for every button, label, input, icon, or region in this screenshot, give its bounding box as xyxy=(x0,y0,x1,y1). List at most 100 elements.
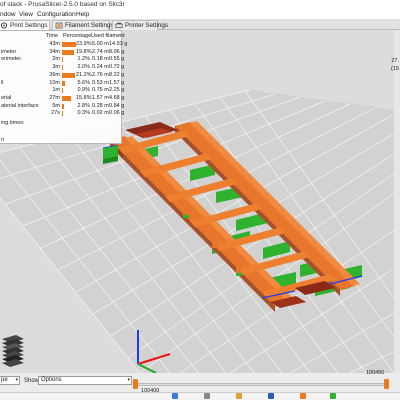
feature-type-label: imeter xyxy=(1,48,17,55)
right-layer-ruler xyxy=(394,30,400,373)
taskbar-icon[interactable] xyxy=(172,393,178,399)
menu-help[interactable]: Help xyxy=(76,10,89,19)
tab-filament-settings-label: Filament Settings xyxy=(65,22,114,29)
show-label: Show xyxy=(24,378,40,384)
view-type-value: pe xyxy=(1,377,8,383)
options-value: Options xyxy=(41,377,62,383)
feature-length: 0.28 m xyxy=(92,102,109,109)
stats-row: erial 27m 15.8% 1.57 m 4.68 g xyxy=(0,94,125,103)
feature-percentage-bar xyxy=(62,65,64,71)
tab-print-settings-label: Print Settings xyxy=(10,22,48,29)
stats-row: 43m 23.9% 5.00 m 14.93 g xyxy=(0,41,128,49)
feature-percentage: 23.9% xyxy=(76,41,92,47)
taskbar-icon[interactable] xyxy=(330,393,336,399)
horizontal-move-slider[interactable] xyxy=(136,383,388,386)
statistics-panel: Time Percentage Used filament 43m 23.9% 5.… xyxy=(0,30,128,144)
feature-percentage: 19.8% xyxy=(76,48,92,55)
window-title: of stack - PrusaSlicer-2.5.0 based on Sl… xyxy=(0,1,125,8)
slider-max-value: 100450 xyxy=(366,370,385,376)
feature-percentage-bar xyxy=(62,72,75,78)
stats-row: aterial interface 5m 2.8% 0.28 m 0.84 g xyxy=(0,102,125,111)
feature-weight: 0.06 g xyxy=(109,110,125,117)
taskbar-icon[interactable] xyxy=(204,393,210,399)
feature-type-label: erimeter xyxy=(1,56,22,63)
tab-printer-settings[interactable]: Printer Settings xyxy=(112,20,168,30)
stats-row: erimeter 2m 1.2% 0.18 m 0.55 g xyxy=(0,56,125,64)
feature-percentage: 1.2% xyxy=(77,56,90,63)
chevron-down-icon: ▾ xyxy=(15,377,18,383)
feature-percentage: 21.2% xyxy=(76,71,92,78)
stats-header-used-filament: Used filament xyxy=(91,33,125,39)
feature-percentage: 2.8% xyxy=(77,102,90,109)
layers-stack-icon xyxy=(2,335,24,367)
feature-percentage: 5.6% xyxy=(77,79,90,86)
title-bar: of stack - PrusaSlicer-2.5.0 based on Sl… xyxy=(0,0,400,10)
settings-tab-bar: Print Settings Filament Settings Printer… xyxy=(0,19,400,30)
feature-percentage: 2.0% xyxy=(77,64,90,71)
slider-thumb-left[interactable] xyxy=(133,379,138,389)
slider-thumb-right[interactable] xyxy=(384,379,389,389)
feature-length: 1.57 m xyxy=(92,94,109,101)
feature-length: 0.53 m xyxy=(92,79,109,86)
stats-row: ll 10m 5.6% 0.53 m 1.57 g xyxy=(0,79,125,88)
feature-length: 0.75 m xyxy=(92,87,109,94)
feature-type-label: erial xyxy=(1,94,12,101)
spool-icon xyxy=(55,22,63,29)
feature-weight: 8.06 g xyxy=(109,48,125,55)
menu-view[interactable]: View xyxy=(19,10,33,19)
view-type-combo[interactable]: pe ▾ xyxy=(0,376,20,385)
menu-bar: ndow View Configuration Help xyxy=(0,10,400,19)
feature-length: 0.02 m xyxy=(92,110,109,117)
stats-row: imeter 34m 19.8% 2.74 m 8.06 g xyxy=(0,48,125,57)
feature-time: 10m xyxy=(49,79,60,86)
feature-percentage-bar xyxy=(62,103,64,109)
feature-weight: 0.84 g xyxy=(109,102,125,109)
feature-time: 27m xyxy=(49,94,60,101)
feature-time: 43m xyxy=(49,41,60,47)
menu-window[interactable]: ndow xyxy=(0,10,16,19)
feature-weight: 0.72 g xyxy=(109,64,125,71)
feature-length: 0.18 m xyxy=(92,56,109,63)
stats-footer-line: n xyxy=(1,137,5,143)
feature-percentage-bar xyxy=(62,95,72,101)
taskbar-icon[interactable] xyxy=(268,393,274,399)
feature-percentage-bar xyxy=(62,111,63,117)
stats-header-time: Time xyxy=(46,33,59,39)
feature-percentage-bar xyxy=(62,57,63,63)
feature-percentage: 15.8% xyxy=(76,94,92,101)
feature-length: 5.00 m xyxy=(92,41,109,47)
tab-print-settings[interactable]: Print Settings xyxy=(0,20,50,30)
feature-weight: 0.55 g xyxy=(109,56,125,63)
feature-type-label: aterial interface xyxy=(1,102,39,109)
tab-filament-settings[interactable]: Filament Settings xyxy=(52,20,114,30)
layer-number-top: (15 xyxy=(391,66,399,72)
feature-percentage-bar xyxy=(62,49,74,55)
feature-weight: 4.68 g xyxy=(109,94,125,101)
feature-time: 5m xyxy=(52,102,60,109)
feature-type-label: ll xyxy=(1,79,4,86)
feature-time: 1m xyxy=(52,87,60,94)
options-combo[interactable]: Options ▾ xyxy=(38,376,132,385)
feature-weight: 14.93 g xyxy=(109,41,128,47)
taskbar-icon[interactable] xyxy=(236,393,242,399)
stats-row: 1m 0.9% 0.75 m 2.25 g xyxy=(0,87,125,95)
stats-row: 27s 0.3% 0.02 m 0.06 g xyxy=(0,110,125,118)
feature-percentage-bar xyxy=(62,80,66,86)
taskbar-icon[interactable] xyxy=(300,393,306,399)
feature-length: 2.76 m xyxy=(92,71,109,78)
stats-row: 36m 21.2% 2.76 m 8.22 g xyxy=(0,71,124,80)
feature-weight: 2.25 g xyxy=(109,87,125,94)
stats-footer-times: ing times: xyxy=(1,120,25,126)
os-taskbar xyxy=(0,392,400,400)
feature-percentage: 0.3% xyxy=(77,110,90,117)
layer-height-top: 27. xyxy=(391,58,399,64)
menu-configuration[interactable]: Configuration xyxy=(37,10,76,19)
feature-percentage: 0.9% xyxy=(77,87,90,94)
feature-percentage-bar xyxy=(62,42,77,47)
gear-icon xyxy=(0,22,8,29)
feature-weight: 1.57 g xyxy=(109,79,125,86)
feature-length: 2.74 m xyxy=(92,48,109,55)
feature-time: 2m xyxy=(52,56,60,63)
feature-time: 3m xyxy=(52,64,60,71)
stats-row: 3m 2.0% 0.24 m 0.72 g xyxy=(0,64,125,72)
